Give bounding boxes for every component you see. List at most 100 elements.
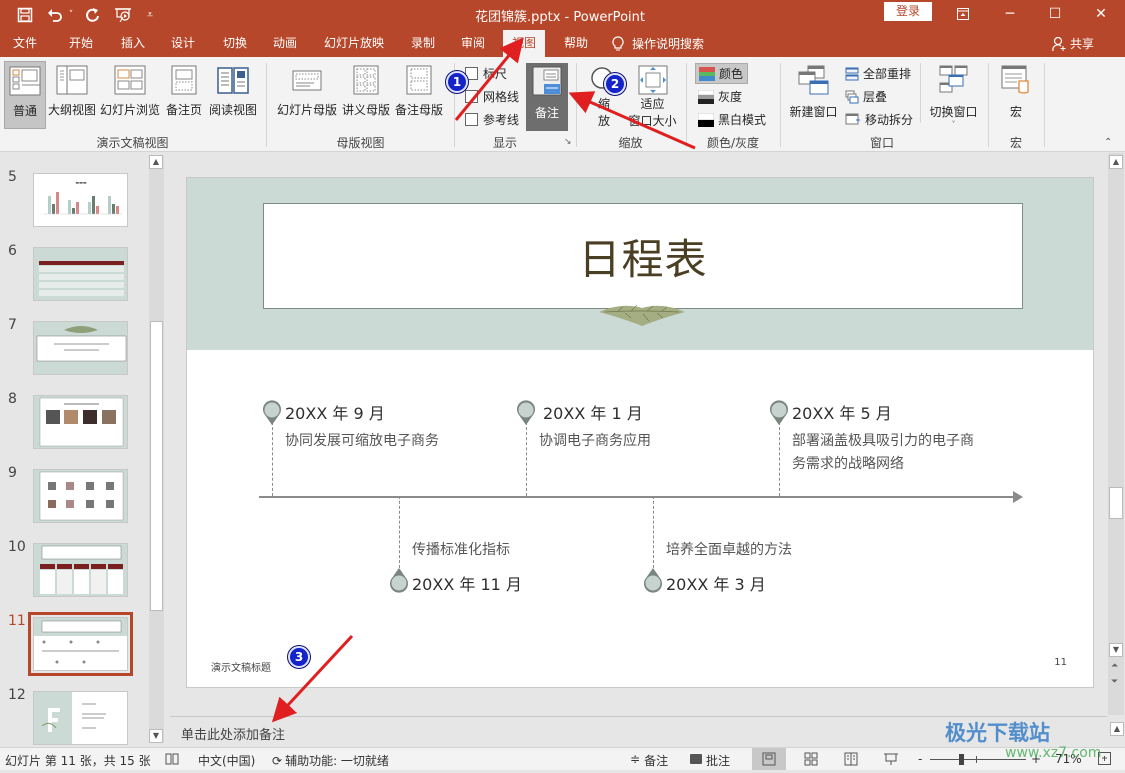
notes-scroll-up-icon[interactable]: ▲ — [1110, 722, 1124, 736]
group-label-zoom: 缩放 — [618, 136, 643, 150]
zoom-slider-thumb[interactable] — [959, 754, 964, 765]
customize-quick-access-icon[interactable]: ⩡ — [142, 4, 158, 26]
slide-thumbnail-9[interactable] — [33, 469, 128, 523]
scroll-thumb[interactable] — [1109, 487, 1123, 519]
ruler-checkbox[interactable]: 标尺 — [465, 65, 507, 82]
share-button[interactable]: 共享 — [1052, 30, 1112, 57]
notes-placeholder[interactable]: 单击此处添加备注 — [181, 724, 285, 743]
slide-title-box[interactable]: 日程表 — [263, 203, 1023, 309]
tab-transitions[interactable]: 切换 — [212, 30, 258, 57]
slide-master-button[interactable]: 幻灯片母版 — [274, 61, 340, 118]
tab-record[interactable]: 录制 — [402, 30, 444, 57]
editor-scrollbar[interactable]: ▲ ▼ ⏶ ⏷ — [1108, 153, 1124, 715]
map-pin-icon — [263, 400, 281, 425]
slideshow-status-icon[interactable] — [884, 752, 898, 769]
tell-me-search[interactable]: 操作说明搜索 — [612, 30, 722, 57]
scroll-up-icon[interactable]: ▲ — [149, 155, 163, 169]
scroll-down-icon[interactable]: ▼ — [1109, 643, 1123, 657]
slide-thumbnail-12[interactable] — [33, 691, 128, 745]
scroll-down-icon[interactable]: ▼ — [149, 729, 163, 743]
tab-review[interactable]: 审阅 — [452, 30, 494, 57]
slide-thumbnail-8[interactable] — [33, 395, 128, 449]
scroll-thumb[interactable] — [150, 321, 163, 611]
map-pin-icon — [390, 568, 408, 593]
slide-thumbnail-5[interactable]: ▬▬▬ — [33, 173, 128, 227]
redo-icon[interactable] — [82, 4, 104, 26]
gridlines-label: 网格线 — [483, 90, 520, 104]
tab-design[interactable]: 设计 — [160, 30, 206, 57]
timeline-date: 20XX 年 1 月 — [543, 404, 643, 423]
reading-view-button[interactable]: 阅读视图 — [207, 61, 259, 118]
slide-canvas[interactable]: 日程表 20XX 年 9 月 协同发展可缩放电子商务 传播标准化指标 20XX … — [186, 177, 1094, 688]
color-mode-button[interactable]: 颜色 — [695, 63, 748, 84]
slide-sorter-label: 幻灯片浏览 — [99, 103, 160, 117]
slide-sorter-status-icon[interactable] — [804, 752, 818, 769]
login-button[interactable]: 登录 — [884, 2, 932, 21]
macros-label: 宏 — [1009, 105, 1022, 119]
outline-view-icon — [56, 65, 88, 95]
lightbulb-icon — [612, 35, 624, 50]
tab-file[interactable]: 文件 — [4, 30, 46, 57]
slide-thumbnail-6[interactable] — [33, 247, 128, 301]
tab-view[interactable]: 视图 — [503, 30, 545, 57]
arrange-all-icon — [845, 67, 859, 80]
timeline-date: 20XX 年 11 月 — [412, 575, 522, 594]
slide-master-icon — [292, 70, 322, 91]
guides-checkbox[interactable]: 参考线 — [465, 111, 519, 128]
fit-to-window-button[interactable]: 适应 窗口大小 — [625, 63, 680, 129]
accessibility-status[interactable]: ⟳ 辅助功能: 一切就绪 — [272, 752, 389, 769]
scroll-up-icon[interactable]: ▲ — [1109, 155, 1123, 169]
maximize-icon[interactable]: ☐ — [1040, 3, 1070, 25]
minimize-icon[interactable]: ─ — [995, 3, 1025, 25]
tab-insert[interactable]: 插入 — [110, 30, 156, 57]
thumbnail-scrollbar[interactable]: ▲ ▼ — [149, 155, 164, 743]
notes-master-button[interactable]: 备注母版 — [393, 61, 445, 118]
notes-toggle-button[interactable]: 备注 — [526, 63, 568, 131]
gridlines-checkbox[interactable]: 网格线 — [465, 88, 519, 105]
zoom-out-button[interactable]: - — [918, 752, 922, 766]
notes-status-label: 备注 — [644, 754, 669, 768]
tab-slideshow[interactable]: 幻灯片放映 — [318, 30, 390, 57]
color-label: 颜色 — [719, 67, 744, 81]
language-indicator[interactable]: 中文(中国) — [198, 752, 255, 769]
undo-icon[interactable] — [44, 4, 66, 26]
slide-thumbnail-11[interactable] — [28, 612, 133, 676]
tab-animations[interactable]: 动画 — [262, 30, 308, 57]
move-split-button[interactable]: 移动拆分 — [845, 111, 913, 128]
switch-window-icon — [939, 65, 967, 93]
switch-window-button[interactable]: 切换窗口 ˅ — [926, 63, 981, 129]
notes-status-button[interactable]: ≑ 备注 — [630, 752, 668, 769]
next-slide-icon[interactable]: ⏷ — [1111, 677, 1118, 687]
reading-view-status-icon[interactable] — [844, 752, 858, 769]
spelling-check-icon[interactable] — [165, 752, 179, 769]
new-window-button[interactable]: 新建窗口 — [786, 63, 841, 120]
slide-sorter-button[interactable]: 幻灯片浏览 — [98, 61, 162, 118]
undo-dropdown-icon[interactable]: ˅ — [66, 4, 76, 26]
ribbon-display-options-icon[interactable] — [948, 3, 978, 25]
grayscale-mode-button[interactable]: 灰度 — [698, 88, 742, 105]
close-icon[interactable]: ✕ — [1086, 3, 1116, 25]
slide-thumbnail-7[interactable] — [33, 321, 128, 375]
macros-button[interactable]: 宏 — [996, 63, 1036, 120]
handout-master-label: 讲义母版 — [341, 103, 390, 117]
tab-help[interactable]: 帮助 — [555, 30, 597, 57]
notes-page-button[interactable]: 备注页 — [163, 61, 205, 118]
outline-view-button[interactable]: 大纲视图 — [48, 61, 96, 118]
show-dialog-launcher-icon[interactable]: ↘ — [564, 137, 572, 147]
normal-view-status-button[interactable] — [752, 748, 786, 770]
cascade-button[interactable]: 层叠 — [845, 88, 887, 105]
present-from-start-icon[interactable] — [112, 4, 134, 26]
normal-view-button[interactable]: 普通 — [4, 61, 46, 129]
slide-thumbnail-10[interactable] — [33, 543, 128, 597]
comments-status-button[interactable]: 批注 — [690, 752, 730, 769]
tab-home[interactable]: 开始 — [58, 30, 104, 57]
previous-slide-icon[interactable]: ⏶ — [1111, 661, 1118, 671]
color-swatch-icon — [699, 66, 715, 81]
collapse-ribbon-icon[interactable]: ⌃ — [1104, 137, 1112, 148]
arrange-all-button[interactable]: 全部重排 — [845, 65, 911, 82]
save-icon[interactable] — [14, 4, 36, 26]
black-white-mode-button[interactable]: 黑白模式 — [698, 111, 766, 128]
handout-master-button[interactable]: 讲义母版 — [340, 61, 392, 118]
slide-sorter-icon — [114, 65, 146, 95]
notes-toggle-label: 备注 — [534, 106, 559, 120]
